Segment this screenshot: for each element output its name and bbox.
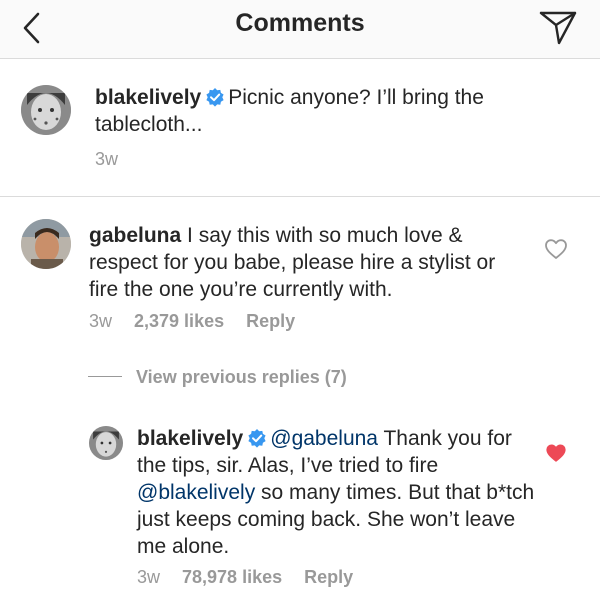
paper-plane-icon [539,11,577,45]
comment-meta: 3w 2,379 likes Reply [89,311,317,332]
comment-text: gabeluna I say this with so much love & … [89,222,529,303]
like-count[interactable]: 2,379 likes [134,311,224,331]
username[interactable]: blakelively [95,86,201,109]
divider [88,376,122,377]
timestamp: 3w [95,149,119,169]
like-count[interactable]: 78,978 likes [182,567,282,587]
mention-link[interactable]: @gabeluna [270,427,378,450]
header-bar: Comments [0,0,600,59]
timestamp: 3w [137,567,161,587]
timestamp: 3w [89,311,113,331]
username[interactable]: gabeluna [89,224,181,247]
like-button[interactable] [545,443,567,468]
verified-badge-icon [248,429,266,448]
reply-button[interactable]: Reply [246,311,295,331]
username[interactable]: blakelively [137,427,243,450]
reply-button[interactable]: Reply [304,567,353,587]
caption-meta: 3w [95,149,140,170]
verified-badge-icon [206,88,224,107]
mention-link[interactable]: @blakelively [137,481,255,504]
like-button[interactable] [544,238,568,265]
heart-outline-icon [545,239,567,259]
avatar[interactable] [21,85,71,135]
view-previous-replies-button[interactable]: View previous replies (7) [88,367,347,391]
heart-filled-icon [546,444,566,462]
caption-text: blakelively Picnic anyone? I’ll bring th… [95,84,565,138]
view-previous-label: View previous replies (7) [136,367,347,387]
page-title: Comments [235,9,365,37]
post-caption: blakelively Picnic anyone? I’ll bring th… [0,59,600,197]
avatar[interactable] [21,219,71,269]
avatar[interactable] [89,426,123,460]
reply-meta: 3w 78,978 likes Reply [137,567,375,588]
share-button[interactable] [538,10,578,46]
reply-text: blakelively @gabeluna Thank you for the … [137,425,537,560]
